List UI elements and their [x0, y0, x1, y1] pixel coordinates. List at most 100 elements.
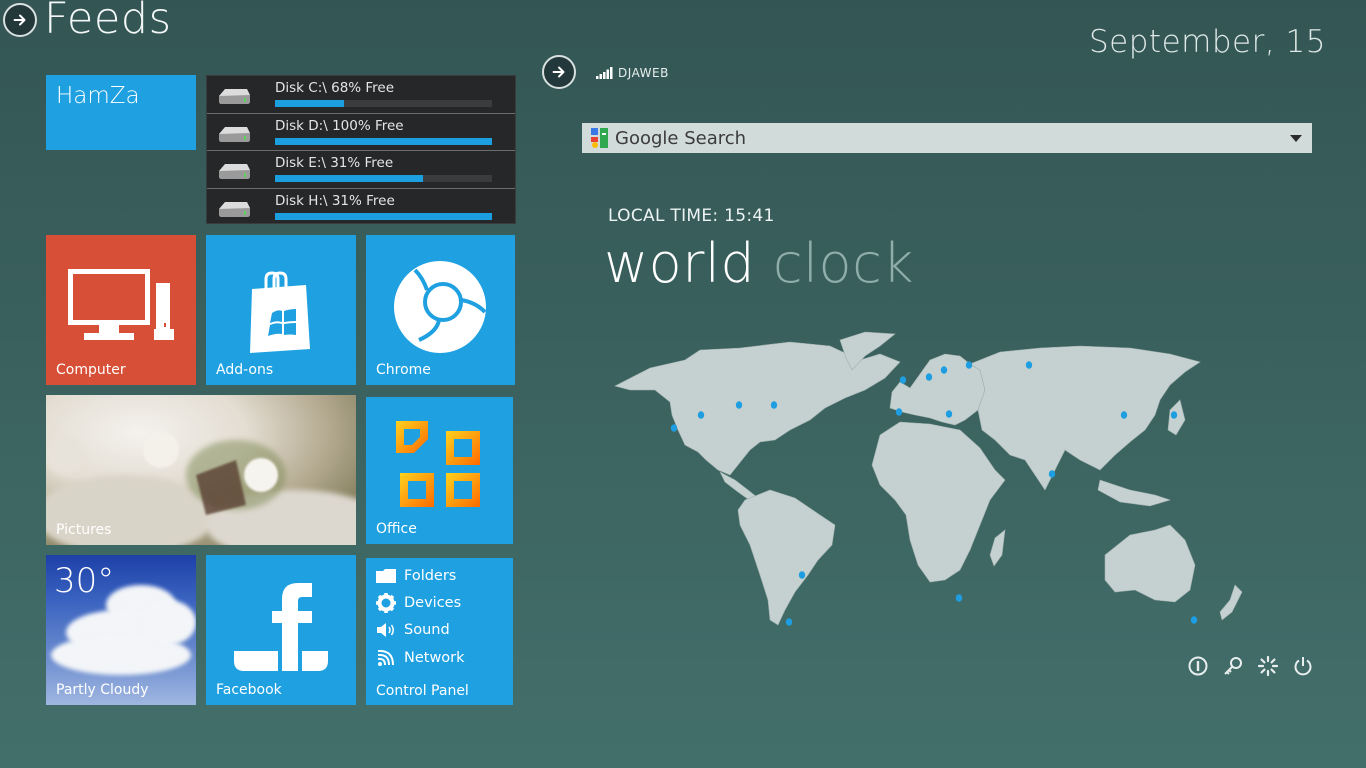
date-display: September, 15	[1088, 24, 1326, 60]
search-input-value: Google Search	[615, 127, 747, 149]
speaker-icon	[376, 621, 396, 639]
city-marker-new-york[interactable]	[770, 401, 778, 409]
computer-tile-label: Computer	[56, 362, 126, 378]
computer-icon	[68, 269, 174, 340]
city-marker-buenos-aires[interactable]	[785, 618, 793, 626]
city-marker-athens[interactable]	[945, 410, 953, 418]
world-map[interactable]	[610, 330, 1260, 630]
city-marker-johannesburg[interactable]	[955, 594, 963, 602]
arrow-right-icon	[552, 66, 565, 78]
dropdown-caret-icon[interactable]	[1290, 135, 1302, 142]
wifi-icon	[376, 649, 396, 667]
city-marker-mumbai[interactable]	[1048, 470, 1056, 478]
disk-row[interactable]: Disk C:\ 68% Free	[207, 76, 515, 114]
control-panel-item-folders[interactable]: Folders	[376, 567, 456, 585]
weather-tile[interactable]: 30° Partly Cloudy	[46, 555, 196, 705]
control-panel-tile[interactable]: Folders Devices Sound Network Control Pa…	[366, 558, 513, 705]
disk-label: Disk D:\ 100% Free	[275, 117, 404, 134]
city-marker-brasilia[interactable]	[798, 571, 806, 579]
page-title: Feeds	[44, 0, 172, 44]
continent-africa	[871, 421, 1006, 583]
network-name: DJAWEB	[618, 66, 669, 80]
local-time: LOCAL TIME: 15:41	[608, 206, 775, 226]
chrome-tile-label: Chrome	[376, 362, 431, 378]
control-panel-item-sound[interactable]: Sound	[376, 621, 450, 639]
control-panel-item-devices[interactable]: Devices	[376, 593, 462, 613]
island-madagascar	[989, 529, 1006, 567]
control-panel-item-label: Sound	[404, 622, 450, 638]
city-marker-moscow[interactable]	[965, 361, 973, 369]
control-panel-tile-label: Control Panel	[376, 683, 469, 699]
world-clock-word-world: world	[604, 232, 756, 295]
facebook-icon	[234, 583, 328, 671]
computer-tile[interactable]: Computer	[46, 235, 196, 385]
google-icon	[591, 128, 608, 148]
disk-progress-bar	[275, 137, 492, 145]
disk-label: Disk H:\ 31% Free	[275, 192, 395, 209]
user-tile[interactable]: HamZa	[46, 75, 196, 150]
info-icon[interactable]	[1188, 656, 1208, 676]
office-icon	[396, 421, 480, 507]
control-panel-item-label: Devices	[404, 595, 462, 611]
disk-progress-fill	[275, 137, 492, 145]
facebook-tile-label: Facebook	[216, 682, 282, 698]
weather-temperature: 30°	[54, 561, 115, 601]
hard-drive-icon	[219, 164, 250, 179]
back-button[interactable]	[3, 3, 37, 37]
city-marker-madrid[interactable]	[895, 408, 903, 416]
city-marker-tokyo[interactable]	[1170, 411, 1178, 419]
city-marker-yekaterinburg[interactable]	[1025, 361, 1033, 369]
hard-drive-icon	[219, 89, 250, 104]
addons-tile[interactable]: Add-ons	[206, 235, 356, 385]
office-tile-label: Office	[376, 521, 417, 537]
pictures-tile[interactable]: Pictures	[46, 395, 356, 545]
city-marker-san-francisco[interactable]	[670, 424, 678, 432]
control-panel-item-label: Folders	[404, 568, 457, 584]
gear-icon	[376, 593, 396, 613]
arrow-right-icon	[13, 14, 26, 26]
network-status[interactable]: DJAWEB	[596, 66, 669, 80]
city-marker-denver[interactable]	[697, 411, 705, 419]
disk-progress-bar	[275, 175, 492, 182]
folder-icon	[376, 567, 396, 585]
continent-south-america	[737, 489, 836, 626]
disk-progress-fill	[275, 100, 345, 107]
disk-row[interactable]: Disk H:\ 31% Free	[207, 189, 515, 227]
office-tile[interactable]: Office	[366, 397, 513, 544]
island-japan	[1167, 399, 1186, 436]
city-marker-sydney[interactable]	[1190, 616, 1198, 624]
expand-button[interactable]	[542, 55, 576, 89]
islands-indonesia	[1097, 479, 1171, 507]
user-name: HamZa	[56, 83, 140, 109]
search-input[interactable]: Google Search	[582, 123, 1312, 153]
island-new-zealand	[1219, 584, 1243, 621]
disk-label: Disk C:\ 68% Free	[275, 80, 395, 96]
pictures-tile-label: Pictures	[56, 522, 112, 538]
world-clock-word-clock: clock	[772, 232, 915, 295]
disk-usage-panel: Disk C:\ 68% Free Disk D:\ 100% Free Dis…	[206, 75, 516, 224]
addons-tile-label: Add-ons	[216, 362, 274, 378]
city-marker-beijing[interactable]	[1120, 411, 1128, 419]
chrome-icon	[394, 261, 487, 353]
power-icon[interactable]	[1293, 656, 1313, 676]
disk-row[interactable]: Disk D:\ 100% Free	[207, 114, 515, 151]
city-marker-warsaw[interactable]	[940, 366, 948, 374]
chrome-tile[interactable]: Chrome	[366, 235, 515, 385]
disk-label: Disk E:\ 31% Free	[275, 155, 394, 171]
control-panel-item-label: Network	[404, 650, 465, 666]
hard-drive-icon	[219, 126, 250, 142]
city-marker-london[interactable]	[899, 376, 907, 384]
weather-condition: Partly Cloudy	[56, 682, 149, 698]
loading-icon[interactable]	[1258, 656, 1278, 676]
city-marker-berlin[interactable]	[925, 373, 933, 381]
disk-progress-bar	[275, 100, 492, 107]
disk-progress-fill	[275, 175, 423, 182]
city-marker-chicago[interactable]	[735, 401, 743, 409]
world-clock-title: world clock	[604, 232, 914, 295]
key-icon[interactable]	[1223, 656, 1243, 676]
control-panel-item-network[interactable]: Network	[376, 649, 465, 667]
continent-asia	[969, 345, 1201, 491]
hard-drive-icon	[219, 201, 250, 217]
disk-row[interactable]: Disk E:\ 31% Free	[207, 151, 515, 189]
facebook-tile[interactable]: Facebook	[206, 555, 356, 705]
